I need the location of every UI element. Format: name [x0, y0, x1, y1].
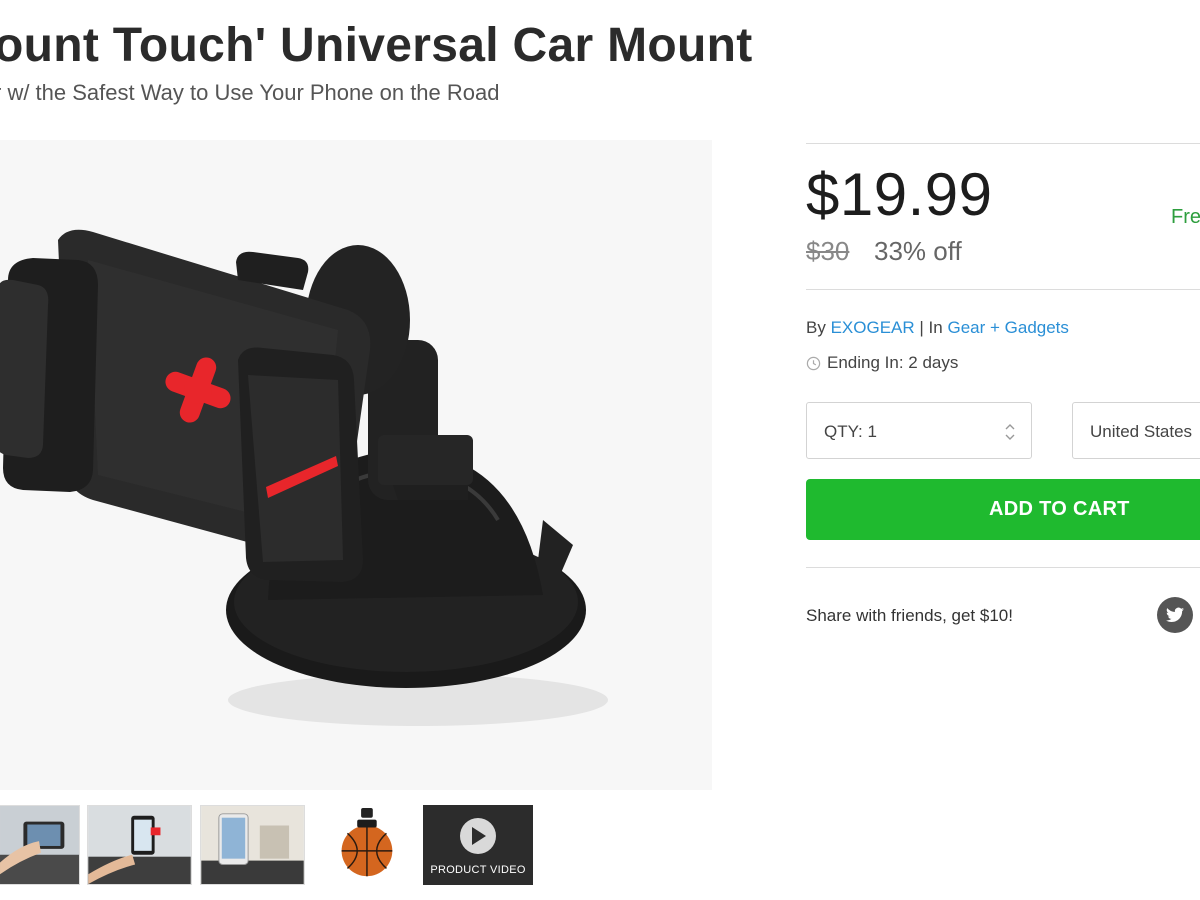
- thumbnail-phone-in-mount[interactable]: [87, 805, 192, 885]
- share-text: Share with friends, get $10!: [806, 606, 1013, 625]
- thumbnail-car-mount-in-car[interactable]: [0, 805, 80, 885]
- country-value: United States: [1090, 422, 1193, 441]
- category-separator: | In: [919, 318, 943, 337]
- current-price: $19.99: [806, 161, 993, 228]
- play-icon[interactable]: [460, 818, 496, 854]
- twitter-icon: [1166, 607, 1184, 623]
- thumbnail-image: [0, 806, 79, 884]
- thumbnail-image: [316, 806, 414, 884]
- divider: [806, 289, 1200, 290]
- product-main-image[interactable]: [0, 140, 712, 790]
- sale-ending: Ending In: 2 days: [806, 353, 958, 373]
- category-link[interactable]: Gear + Gadgets: [947, 318, 1068, 337]
- twitter-share-button[interactable]: [1157, 597, 1193, 633]
- thumbnail-image: [88, 806, 191, 884]
- product-title: ount Touch' Universal Car Mount: [0, 19, 753, 72]
- by-prefix: By: [806, 318, 826, 337]
- thumbnail-image: [201, 806, 304, 884]
- product-subtitle: r w/ the Safest Way to Use Your Phone on…: [0, 80, 500, 105]
- divider: [806, 567, 1200, 568]
- divider: [806, 143, 1200, 144]
- discount-label: 33% off: [874, 236, 962, 266]
- ending-text: Ending In: 2 days: [827, 353, 959, 372]
- car-mount-illustration: [0, 140, 712, 790]
- byline: By EXOGEAR | In Gear + Gadgets: [806, 318, 1069, 338]
- free-shipping-badge: Fre: [1171, 206, 1200, 228]
- video-label: PRODUCT VIDEO: [430, 864, 526, 876]
- add-to-cart-label: ADD TO CART: [989, 498, 1130, 520]
- updown-chevron-icon[interactable]: [1005, 422, 1015, 442]
- quantity-stepper[interactable]: QTY: 1: [806, 402, 1032, 459]
- quantity-value: QTY: 1: [824, 422, 877, 441]
- thumbnail-product-video[interactable]: PRODUCT VIDEO: [423, 805, 533, 885]
- original-price: $30: [806, 236, 850, 266]
- country-select[interactable]: United States: [1072, 402, 1200, 459]
- thumbnail-basketball-on-mount[interactable]: [315, 805, 415, 885]
- vendor-link[interactable]: EXOGEAR: [831, 318, 915, 337]
- thumbnail-phone-on-dashboard[interactable]: [200, 805, 305, 885]
- add-to-cart-button[interactable]: ADD TO CART: [806, 479, 1200, 540]
- clock-icon: [806, 356, 821, 370]
